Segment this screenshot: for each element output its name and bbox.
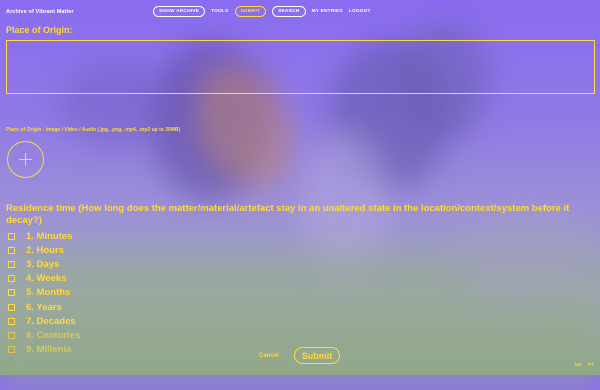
nav-show-archive[interactable]: SHOW ARCHIVE <box>153 6 206 17</box>
checkbox[interactable] <box>8 346 15 354</box>
nav-tools[interactable]: TOOLS <box>211 9 228 14</box>
checkbox[interactable] <box>8 275 15 283</box>
language-en[interactable]: EN <box>575 362 581 367</box>
checkbox[interactable] <box>8 260 15 268</box>
option-label: 8. Centuries <box>26 329 81 341</box>
language-pt[interactable]: PT <box>588 362 594 367</box>
residence-time-label: Residence time (How long does the matter… <box>6 203 570 226</box>
option-label: 3. Days <box>26 258 60 270</box>
option-weeks[interactable]: 4. Weeks <box>8 272 80 286</box>
option-label: 9. Millenia <box>26 344 72 356</box>
checkbox[interactable] <box>8 289 15 297</box>
submit-button[interactable]: Submit <box>294 347 340 364</box>
option-label: 7. Decades <box>26 315 76 327</box>
option-label: 4. Weeks <box>26 273 67 285</box>
brand-title[interactable]: Archive of Vibrant Matter <box>6 9 74 15</box>
checkbox[interactable] <box>8 232 15 240</box>
option-years[interactable]: 6. Years <box>8 300 80 314</box>
nav-search[interactable]: SEARCH <box>272 6 306 17</box>
checkbox[interactable] <box>8 317 15 325</box>
add-media-button[interactable] <box>7 141 44 178</box>
checkbox[interactable] <box>8 331 15 339</box>
top-bar: Archive of Vibrant Matter SHOW ARCHIVE T… <box>0 0 600 22</box>
option-label: 6. Years <box>26 301 62 313</box>
option-months[interactable]: 5. Months <box>8 286 80 300</box>
option-millenia[interactable]: 9. Millenia <box>8 343 80 357</box>
option-label: 2. Hours <box>26 244 65 256</box>
checkbox[interactable] <box>8 303 15 311</box>
cancel-button[interactable]: Cancel <box>259 353 279 359</box>
place-of-origin-input[interactable] <box>6 40 595 94</box>
nav-logout[interactable]: LOGOUT <box>349 9 371 14</box>
option-days[interactable]: 3. Days <box>8 257 80 271</box>
main-nav: SHOW ARCHIVE TOOLS SUBMIT SEARCH MY ENTR… <box>153 6 371 17</box>
option-decades[interactable]: 7. Decades <box>8 314 80 328</box>
option-label: 5. Months <box>26 287 71 299</box>
option-hours[interactable]: 2. Hours <box>8 243 80 257</box>
checkbox[interactable] <box>8 246 15 254</box>
option-centuries[interactable]: 8. Centuries <box>8 328 80 342</box>
nav-submit[interactable]: SUBMIT <box>234 6 267 17</box>
option-label: 1. Minutes <box>26 230 73 242</box>
nav-my-entries[interactable]: MY ENTRIES <box>312 9 343 14</box>
media-upload-label: Place of Origin - Image / Video / Audio … <box>6 127 181 133</box>
residence-time-options: 1. Minutes 2. Hours 3. Days 4. Weeks 5. … <box>8 229 80 357</box>
option-minutes[interactable]: 1. Minutes <box>8 229 80 243</box>
place-of-origin-label: Place of Origin: <box>6 25 73 35</box>
